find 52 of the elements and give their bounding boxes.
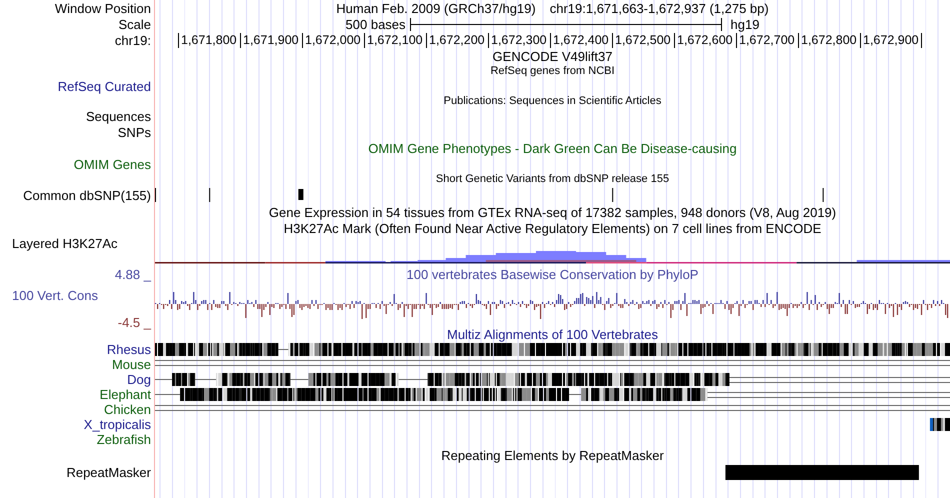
ruler-tick-label: 1,672,300 <box>488 32 550 48</box>
ruler-tick-label: 1,672,800 <box>798 32 860 48</box>
variant-mark <box>298 189 304 200</box>
track-label[interactable]: Zebrafish <box>96 432 151 447</box>
track-title: OMIM Gene Phenotypes - Dark Green Can Be Disease-causing <box>368 140 737 156</box>
variant-mark <box>155 188 156 202</box>
scale-min-label: -4.5 _ <box>118 315 151 330</box>
track-label[interactable]: Common dbSNP(155) <box>23 188 151 202</box>
track-title: H3K27Ac Mark (Often Found Near Active Regulatory Elements) on 7 cell lines from ENCODE <box>284 220 822 236</box>
track-title: Gene Expression in 54 tissues from GTEx RNA-seq of 17382 samples, 948 donors (V8, Aug 2019) <box>268 204 836 220</box>
assembly-title: Human Feb. 2009 (GRCh37/hg19) <box>336 0 536 16</box>
track-label[interactable]: Mouse <box>112 357 151 372</box>
position-text: chr19:1,671,663-1,672,937 (1,275 bp) <box>550 0 769 16</box>
track-label[interactable]: Chicken <box>104 402 151 417</box>
track-label[interactable]: RepeatMasker <box>66 465 151 480</box>
track-label[interactable]: Sequences <box>86 108 151 124</box>
track-label[interactable]: RefSeq Curated <box>58 78 151 94</box>
variant-mark <box>822 188 824 202</box>
track-label[interactable]: 4.88 _ <box>114 266 151 282</box>
scale-length: 500 bases <box>346 16 406 32</box>
track-label[interactable]: OMIM Genes <box>74 156 151 172</box>
variant-mark <box>209 188 210 202</box>
track-title: RefSeq genes from NCBI <box>490 64 615 78</box>
track-title: GENCODE V49lift37 <box>492 48 612 64</box>
track-label[interactable]: X_tropicalis <box>84 417 151 432</box>
alignment-drawing <box>930 418 950 431</box>
ruler-tick-label: 1,672,600 <box>674 32 736 48</box>
track-title: Short Genetic Variants from dbSNP release 155 <box>436 172 670 186</box>
ruler-tick-label: 1,672,100 <box>364 32 426 48</box>
ruler-tick-label: 1,671,900 <box>240 32 302 48</box>
ruler-tick-label: 1,672,000 <box>302 32 364 48</box>
scale-label: Scale <box>118 16 151 32</box>
track-label[interactable]: Rhesus <box>106 342 151 357</box>
track-label[interactable]: Layered H3K27Ac <box>12 236 118 251</box>
track-title: Repeating Elements by RepeatMasker <box>441 448 664 462</box>
ruler-tick-label: 1,672,200 <box>426 32 488 48</box>
track-title: 100 vertebrates Basewise Conservation by PhyloP <box>406 266 698 282</box>
ruler-tick-label: 1,672,700 <box>736 32 798 48</box>
ruler-tick-label: 1,672,900 <box>860 32 922 48</box>
track-label[interactable]: Dog <box>127 372 151 387</box>
variant-mark <box>612 188 614 202</box>
window-position-label: Window Position <box>54 0 151 16</box>
ruler-tick-label: 1,671,800 <box>178 32 240 48</box>
scale-assembly: hg19 <box>730 16 760 32</box>
chromosome-label: chr19: <box>114 32 151 48</box>
track-label[interactable]: Elephant <box>100 387 151 402</box>
ruler-tick-label: 1,672,500 <box>612 32 674 48</box>
track-title: Multiz Alignments of 100 Vertebrates <box>446 326 658 342</box>
ruler-tick-label: 1,672,400 <box>550 32 612 48</box>
track-label[interactable]: SNPs <box>118 124 151 140</box>
track-title: Publications: Sequences in Scientific Articles <box>444 94 662 108</box>
track-label[interactable]: 100 Vert. Cons <box>0 288 98 303</box>
